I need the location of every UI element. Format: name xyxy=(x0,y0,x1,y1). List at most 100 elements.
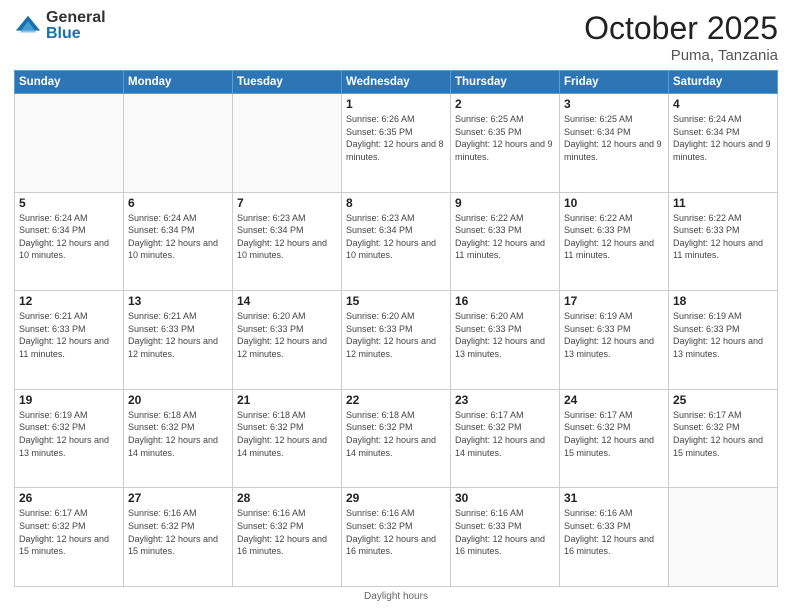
logo: General Blue xyxy=(14,10,106,42)
calendar-day-cell: 5 Sunrise: 6:24 AM Sunset: 6:34 PM Daylig… xyxy=(15,192,124,291)
day-info: Sunrise: 6:25 AM Sunset: 6:35 PM Dayligh… xyxy=(455,113,555,163)
day-number: 11 xyxy=(673,196,773,210)
day-info: Sunrise: 6:17 AM Sunset: 6:32 PM Dayligh… xyxy=(455,409,555,459)
day-number: 29 xyxy=(346,491,446,505)
day-number: 19 xyxy=(19,393,119,407)
day-number: 14 xyxy=(237,294,337,308)
day-info: Sunrise: 6:17 AM Sunset: 6:32 PM Dayligh… xyxy=(19,507,119,557)
day-info: Sunrise: 6:16 AM Sunset: 6:33 PM Dayligh… xyxy=(455,507,555,557)
calendar-week-row: 19Sunrise: 6:19 AM Sunset: 6:32 PM Dayli… xyxy=(15,389,778,488)
calendar-day-header: Monday xyxy=(124,71,233,94)
day-info: Sunrise: 6:24 AM Sunset: 6:34 PM Dayligh… xyxy=(19,212,119,262)
calendar-day-cell xyxy=(15,94,124,193)
day-info: Sunrise: 6:25 AM Sunset: 6:34 PM Dayligh… xyxy=(564,113,664,163)
title-block: October 2025 Puma, Tanzania xyxy=(584,10,778,64)
day-number: 26 xyxy=(19,491,119,505)
location-subtitle: Puma, Tanzania xyxy=(584,47,778,64)
calendar-day-cell: 12 Sunrise: 6:21 AM Sunset: 6:33 PM Dayli… xyxy=(15,291,124,390)
day-info: Sunrise: 6:19 AM Sunset: 6:33 PM Dayligh… xyxy=(564,310,664,360)
calendar-day-cell: 7 Sunrise: 6:23 AM Sunset: 6:34 PM Daylig… xyxy=(233,192,342,291)
calendar-day-cell xyxy=(233,94,342,193)
day-number: 15 xyxy=(346,294,446,308)
day-info: Sunrise: 6:22 AM Sunset: 6:33 PM Dayligh… xyxy=(564,212,664,262)
calendar-day-cell: 29Sunrise: 6:16 AM Sunset: 6:32 PM Dayli… xyxy=(342,488,451,587)
day-number: 27 xyxy=(128,491,228,505)
calendar-week-row: 12 Sunrise: 6:21 AM Sunset: 6:33 PM Dayli… xyxy=(15,291,778,390)
day-number: 17 xyxy=(564,294,664,308)
day-info: Sunrise: 6:21 AM Sunset: 6:33 PM Dayligh… xyxy=(19,310,119,360)
day-number: 21 xyxy=(237,393,337,407)
day-number: 10 xyxy=(564,196,664,210)
calendar-day-cell: 24Sunrise: 6:17 AM Sunset: 6:32 PM Dayli… xyxy=(560,389,669,488)
header: General Blue October 2025 Puma, Tanzania xyxy=(14,10,778,64)
calendar-day-cell: 31Sunrise: 6:16 AM Sunset: 6:33 PM Dayli… xyxy=(560,488,669,587)
day-number: 23 xyxy=(455,393,555,407)
day-number: 8 xyxy=(346,196,446,210)
calendar-day-cell: 3 Sunrise: 6:25 AM Sunset: 6:34 PM Daylig… xyxy=(560,94,669,193)
calendar-day-cell: 25 Sunrise: 6:17 AM Sunset: 6:32 PM Dayli… xyxy=(669,389,778,488)
day-number: 5 xyxy=(19,196,119,210)
calendar-week-row: 1Sunrise: 6:26 AM Sunset: 6:35 PM Daylig… xyxy=(15,94,778,193)
calendar-day-header: Wednesday xyxy=(342,71,451,94)
calendar-day-header: Saturday xyxy=(669,71,778,94)
day-number: 20 xyxy=(128,393,228,407)
calendar-day-cell: 19Sunrise: 6:19 AM Sunset: 6:32 PM Dayli… xyxy=(15,389,124,488)
day-info: Sunrise: 6:18 AM Sunset: 6:32 PM Dayligh… xyxy=(346,409,446,459)
day-info: Sunrise: 6:16 AM Sunset: 6:33 PM Dayligh… xyxy=(564,507,664,557)
page: General Blue October 2025 Puma, Tanzania… xyxy=(0,0,792,612)
day-info: Sunrise: 6:21 AM Sunset: 6:33 PM Dayligh… xyxy=(128,310,228,360)
day-info: Sunrise: 6:19 AM Sunset: 6:33 PM Dayligh… xyxy=(673,310,773,360)
calendar-day-cell: 21 Sunrise: 6:18 AM Sunset: 6:32 PM Dayli… xyxy=(233,389,342,488)
calendar-day-cell: 8 Sunrise: 6:23 AM Sunset: 6:34 PM Daylig… xyxy=(342,192,451,291)
calendar-day-cell: 10 Sunrise: 6:22 AM Sunset: 6:33 PM Dayli… xyxy=(560,192,669,291)
calendar-day-cell: 18 Sunrise: 6:19 AM Sunset: 6:33 PM Dayli… xyxy=(669,291,778,390)
day-info: Sunrise: 6:24 AM Sunset: 6:34 PM Dayligh… xyxy=(128,212,228,262)
calendar-header-row: SundayMondayTuesdayWednesdayThursdayFrid… xyxy=(15,71,778,94)
day-info: Sunrise: 6:18 AM Sunset: 6:32 PM Dayligh… xyxy=(128,409,228,459)
calendar-day-cell: 15 Sunrise: 6:20 AM Sunset: 6:33 PM Dayli… xyxy=(342,291,451,390)
calendar-day-header: Sunday xyxy=(15,71,124,94)
day-number: 13 xyxy=(128,294,228,308)
day-number: 16 xyxy=(455,294,555,308)
calendar-day-cell: 23 Sunrise: 6:17 AM Sunset: 6:32 PM Dayli… xyxy=(451,389,560,488)
day-number: 12 xyxy=(19,294,119,308)
day-number: 30 xyxy=(455,491,555,505)
calendar-day-cell: 6Sunrise: 6:24 AM Sunset: 6:34 PM Daylig… xyxy=(124,192,233,291)
day-info: Sunrise: 6:16 AM Sunset: 6:32 PM Dayligh… xyxy=(128,507,228,557)
calendar-day-cell: 14 Sunrise: 6:20 AM Sunset: 6:33 PM Dayli… xyxy=(233,291,342,390)
day-number: 4 xyxy=(673,97,773,111)
logo-icon xyxy=(14,12,42,40)
calendar-day-cell: 27 Sunrise: 6:16 AM Sunset: 6:32 PM Dayli… xyxy=(124,488,233,587)
calendar-day-cell: 4 Sunrise: 6:24 AM Sunset: 6:34 PM Daylig… xyxy=(669,94,778,193)
calendar-week-row: 26 Sunrise: 6:17 AM Sunset: 6:32 PM Dayli… xyxy=(15,488,778,587)
calendar-day-cell xyxy=(124,94,233,193)
day-info: Sunrise: 6:20 AM Sunset: 6:33 PM Dayligh… xyxy=(346,310,446,360)
calendar-day-header: Tuesday xyxy=(233,71,342,94)
day-number: 18 xyxy=(673,294,773,308)
footer-note: Daylight hours xyxy=(14,591,778,602)
day-number: 9 xyxy=(455,196,555,210)
day-info: Sunrise: 6:20 AM Sunset: 6:33 PM Dayligh… xyxy=(237,310,337,360)
day-number: 25 xyxy=(673,393,773,407)
day-info: Sunrise: 6:20 AM Sunset: 6:33 PM Dayligh… xyxy=(455,310,555,360)
calendar-day-cell: 13 Sunrise: 6:21 AM Sunset: 6:33 PM Dayli… xyxy=(124,291,233,390)
day-info: Sunrise: 6:16 AM Sunset: 6:32 PM Dayligh… xyxy=(237,507,337,557)
day-info: Sunrise: 6:22 AM Sunset: 6:33 PM Dayligh… xyxy=(673,212,773,262)
day-number: 2 xyxy=(455,97,555,111)
calendar-day-header: Friday xyxy=(560,71,669,94)
calendar-day-cell: 11 Sunrise: 6:22 AM Sunset: 6:33 PM Dayli… xyxy=(669,192,778,291)
calendar-day-cell: 28Sunrise: 6:16 AM Sunset: 6:32 PM Dayli… xyxy=(233,488,342,587)
month-title: October 2025 xyxy=(584,10,778,47)
calendar-day-cell xyxy=(669,488,778,587)
day-number: 3 xyxy=(564,97,664,111)
day-number: 7 xyxy=(237,196,337,210)
day-info: Sunrise: 6:17 AM Sunset: 6:32 PM Dayligh… xyxy=(673,409,773,459)
day-info: Sunrise: 6:18 AM Sunset: 6:32 PM Dayligh… xyxy=(237,409,337,459)
day-info: Sunrise: 6:24 AM Sunset: 6:34 PM Dayligh… xyxy=(673,113,773,163)
logo-general-label: General xyxy=(46,10,106,26)
calendar-day-header: Thursday xyxy=(451,71,560,94)
day-info: Sunrise: 6:23 AM Sunset: 6:34 PM Dayligh… xyxy=(346,212,446,262)
calendar-day-cell: 22Sunrise: 6:18 AM Sunset: 6:32 PM Dayli… xyxy=(342,389,451,488)
day-info: Sunrise: 6:26 AM Sunset: 6:35 PM Dayligh… xyxy=(346,113,446,163)
day-info: Sunrise: 6:23 AM Sunset: 6:34 PM Dayligh… xyxy=(237,212,337,262)
